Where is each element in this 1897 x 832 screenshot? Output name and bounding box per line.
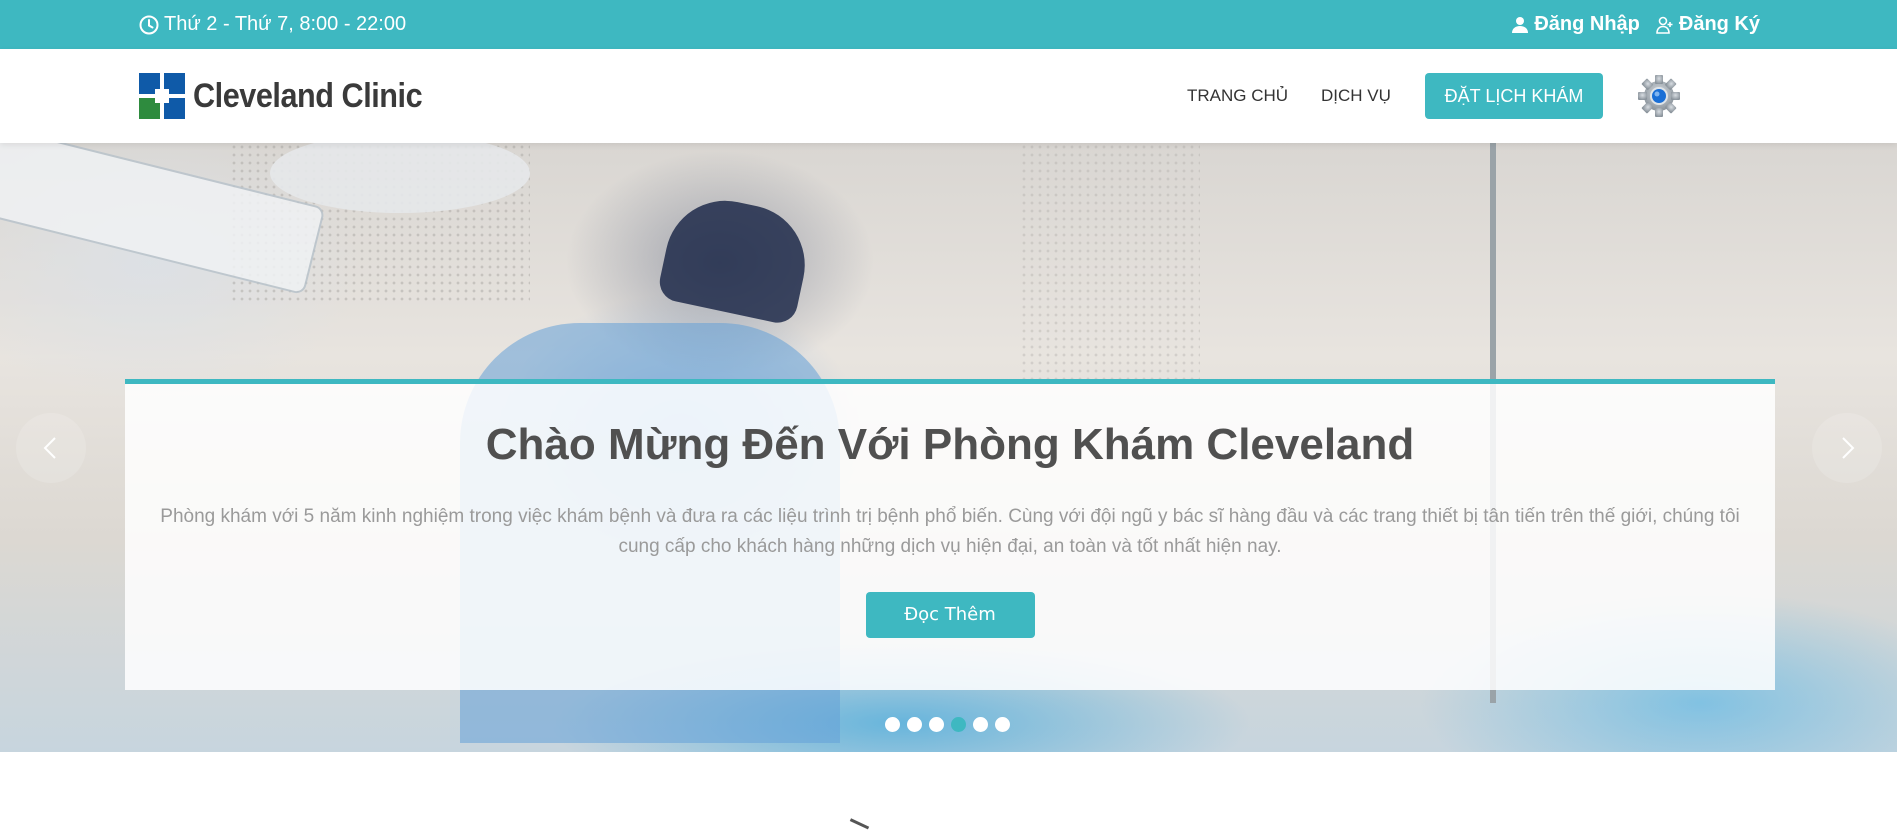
auth-links: Đăng Nhập Đăng Ký	[1495, 0, 1760, 49]
top-bar: Thứ 2 - Thứ 7, 8:00 - 22:00 Đăng Nhập Đă…	[0, 0, 1897, 49]
carousel-indicator-dot[interactable]	[929, 717, 944, 732]
carousel-prev-button[interactable]	[16, 413, 86, 483]
main-navbar: Cleveland Clinic TRANG CHỦ DỊCH VỤ ĐẶT L…	[0, 49, 1897, 143]
section-heading-peek	[846, 818, 870, 832]
carousel-indicator-dot[interactable]	[885, 717, 900, 732]
user-icon	[1512, 16, 1529, 33]
cleveland-clinic-logo-icon	[139, 73, 185, 119]
register-link[interactable]: Đăng Ký	[1656, 13, 1760, 36]
carousel-indicator-dot[interactable]	[995, 717, 1010, 732]
carousel-indicator-dot[interactable]	[907, 717, 922, 732]
user-plus-icon	[1656, 16, 1673, 34]
background-image-detail	[1020, 143, 1200, 383]
opening-hours-text: Thứ 2 - Thứ 7, 8:00 - 22:00	[164, 13, 407, 35]
read-more-button[interactable]: Đọc Thêm	[865, 592, 1035, 638]
hero-description: Phòng khám với 5 năm kinh nghiệm trong v…	[160, 506, 1740, 557]
hero-caption: Chào Mừng Đến Với Phòng Khám Cleveland P…	[125, 379, 1775, 690]
carousel-next-button[interactable]	[1812, 413, 1882, 483]
carousel-indicator-dot[interactable]	[951, 717, 966, 732]
gear-icon[interactable]	[1636, 73, 1682, 119]
background-image-detail	[656, 189, 816, 327]
next-section	[0, 752, 1897, 832]
register-label: Đăng Ký	[1678, 13, 1760, 35]
opening-hours: Thứ 2 - Thứ 7, 8:00 - 22:00	[139, 0, 406, 49]
login-link[interactable]: Đăng Nhập	[1511, 13, 1640, 36]
hero-title: Chào Mừng Đến Với Phòng Khám Cleveland	[485, 420, 1415, 469]
nav-services[interactable]: DỊCH VỤ	[1321, 86, 1391, 106]
chevron-right-icon	[1842, 437, 1855, 459]
logo[interactable]: Cleveland Clinic	[139, 73, 448, 119]
chevron-left-icon	[43, 437, 56, 459]
carousel-indicator-dot[interactable]	[973, 717, 988, 732]
login-label: Đăng Nhập	[1534, 13, 1640, 35]
carousel-indicators	[885, 717, 1017, 732]
logo-text: Cleveland Clinic	[193, 76, 423, 115]
nav-home[interactable]: TRANG CHỦ	[1187, 86, 1288, 106]
clock-icon	[139, 15, 159, 34]
book-appointment-button[interactable]: ĐẶT LỊCH KHÁM	[1425, 73, 1603, 119]
